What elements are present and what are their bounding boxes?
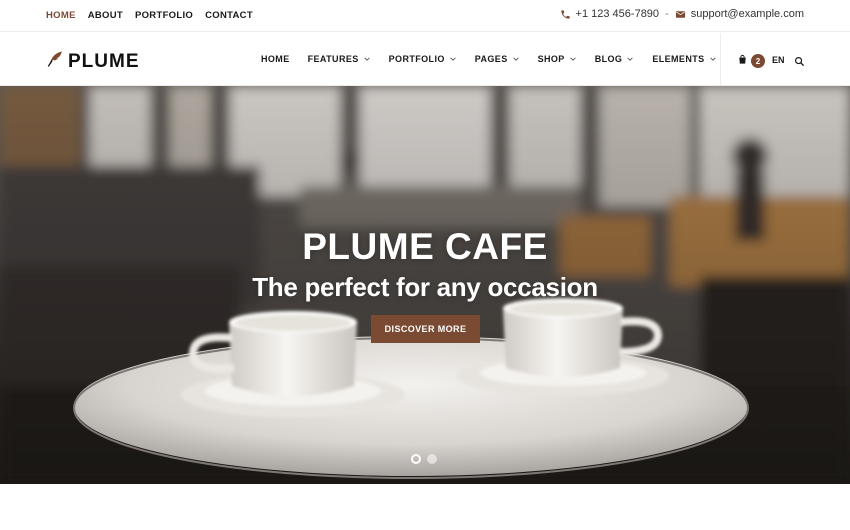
main-nav-label: PORTFOLIO xyxy=(388,54,445,64)
top-nav-portfolio[interactable]: PORTFOLIO xyxy=(135,10,193,21)
search-icon[interactable] xyxy=(794,54,805,67)
slider-dot-1[interactable] xyxy=(411,454,421,464)
top-nav: HOME ABOUT PORTFOLIO CONTACT xyxy=(46,10,253,21)
hero-slider: PLUME CAFE The perfect for any occasion … xyxy=(0,86,850,484)
feather-icon xyxy=(46,50,64,73)
main-nav-label: SHOP xyxy=(537,54,565,64)
chevron-down-icon xyxy=(569,55,577,63)
envelope-icon xyxy=(675,9,686,20)
main-nav-label: HOME xyxy=(261,54,290,64)
phone-number[interactable]: +1 123 456-7890 xyxy=(576,8,660,20)
phone-icon xyxy=(560,9,571,20)
top-nav-home[interactable]: HOME xyxy=(46,10,76,21)
email-link[interactable]: support@example.com xyxy=(691,8,804,20)
main-nav-blog[interactable]: BLOG xyxy=(595,54,635,64)
header-divider xyxy=(720,33,721,86)
hero-title: PLUME CAFE xyxy=(302,226,548,267)
cart-count-badge: 2 xyxy=(751,54,765,68)
main-nav-elements[interactable]: ELEMENTS xyxy=(652,54,716,64)
top-nav-contact[interactable]: CONTACT xyxy=(205,10,253,21)
cart-button[interactable]: 2 xyxy=(737,52,765,70)
contact-separator: - xyxy=(665,8,669,20)
main-nav-portfolio[interactable]: PORTFOLIO xyxy=(389,54,457,64)
chevron-down-icon xyxy=(626,55,634,63)
language-switcher[interactable]: EN xyxy=(772,55,785,65)
main-nav-shop[interactable]: SHOP xyxy=(538,54,577,64)
hero-subtitle: The perfect for any occasion xyxy=(252,272,598,302)
main-nav-label: BLOG xyxy=(594,54,623,64)
logo-text: PLUME xyxy=(68,50,140,72)
slider-pagination xyxy=(411,454,437,464)
chevron-down-icon xyxy=(449,55,457,63)
main-nav-pages[interactable]: PAGES xyxy=(475,54,520,64)
main-header: PLUME HOME FEATURES PORTFOLIO PAGES SHOP… xyxy=(0,33,850,86)
slider-dot-2[interactable] xyxy=(427,454,437,464)
top-bar: HOME ABOUT PORTFOLIO CONTACT +1 123 456-… xyxy=(0,0,850,32)
main-nav-label: PAGES xyxy=(474,54,508,64)
chevron-down-icon xyxy=(363,55,371,63)
chevron-down-icon xyxy=(709,55,717,63)
main-nav-features[interactable]: FEATURES xyxy=(308,54,371,64)
chevron-down-icon xyxy=(512,55,520,63)
top-nav-about[interactable]: ABOUT xyxy=(88,10,123,21)
main-nav-label: FEATURES xyxy=(307,54,359,64)
main-nav: HOME FEATURES PORTFOLIO PAGES SHOP BLOG … xyxy=(261,54,717,64)
logo[interactable]: PLUME xyxy=(46,50,140,73)
contact-info: +1 123 456-7890 - support@example.com xyxy=(560,8,804,20)
main-nav-label: ELEMENTS xyxy=(652,54,705,64)
shopping-bag-icon xyxy=(737,52,748,70)
main-nav-home[interactable]: HOME xyxy=(261,54,290,64)
discover-more-button[interactable]: DISCOVER MORE xyxy=(371,315,480,343)
